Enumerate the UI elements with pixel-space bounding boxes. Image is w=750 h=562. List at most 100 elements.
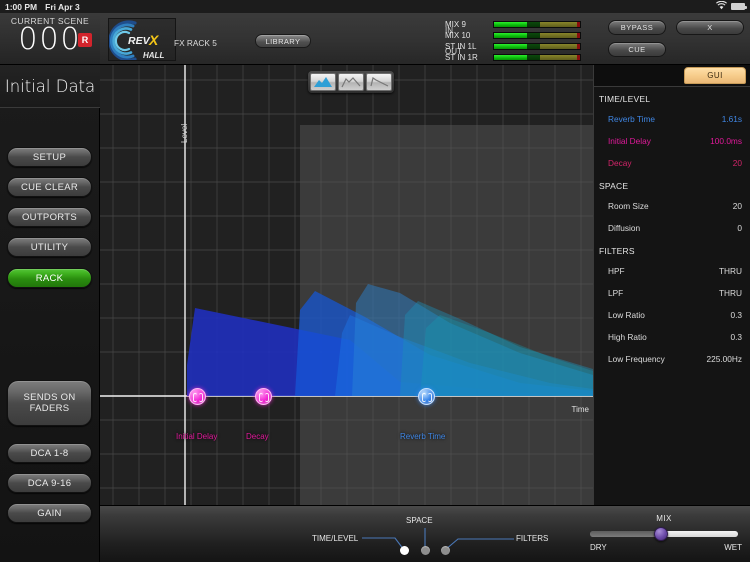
- status-date: Fri Apr 3: [45, 2, 80, 12]
- wifi-icon: [716, 1, 727, 12]
- param-value: 225.00Hz: [706, 354, 742, 364]
- graph-marker-label-reverb-time: Reverb Time: [400, 432, 445, 441]
- page-dot-filters[interactable]: [441, 546, 450, 555]
- mix-slider-group: MIX DRY WET: [584, 514, 744, 558]
- panel-section-title-time-level: TIME/LEVEL: [594, 87, 750, 108]
- graph-view-tab-line[interactable]: [338, 73, 364, 91]
- mix-slider-knob[interactable]: [654, 527, 668, 541]
- param-key: Diffusion: [608, 223, 640, 233]
- param-value: 20: [733, 158, 742, 168]
- param-row-hpf[interactable]: HPF THRU: [594, 260, 750, 282]
- param-row-initial-delay[interactable]: Initial Delay 100.0ms: [594, 130, 750, 152]
- mix-label: MIX: [656, 514, 671, 523]
- param-key: LPF: [608, 288, 623, 298]
- panel-section-title-space: SPACE: [594, 174, 750, 195]
- svg-text:REV: REV: [128, 35, 151, 47]
- graph-view-tabs[interactable]: [308, 71, 394, 93]
- param-key: Reverb Time: [608, 114, 655, 124]
- cue-button[interactable]: CUE: [608, 42, 666, 57]
- param-row-lpf[interactable]: LPF THRU: [594, 282, 750, 304]
- param-row-decay[interactable]: Decay 20: [594, 152, 750, 174]
- param-value: THRU: [719, 266, 742, 276]
- param-value: 20: [733, 201, 742, 211]
- left-sidebar: CURRENT SCENE 000 R Initial Data SETUP C…: [0, 13, 100, 562]
- param-row-diffusion[interactable]: Diffusion 0: [594, 217, 750, 239]
- meter-name: ST IN 1R: [445, 53, 478, 62]
- param-value: 1.61s: [722, 114, 742, 124]
- graph-handle-initial-delay[interactable]: [189, 388, 206, 405]
- graph-marker-label-decay: Decay: [246, 432, 269, 441]
- param-value: 0: [737, 223, 742, 233]
- graph-x-axis-label: Time: [572, 405, 589, 414]
- param-key: Initial Delay: [608, 136, 651, 146]
- graph-view-tab-filled-area[interactable]: [310, 73, 336, 91]
- graph-marker-label-initial-delay: Initial Delay: [176, 432, 217, 441]
- scene-recall-badge: R: [78, 33, 92, 47]
- fx-header-bar: REV X HALL FX RACK 5 REV-X Hall No Prese…: [100, 13, 750, 65]
- library-button[interactable]: LIBRARY: [255, 34, 311, 48]
- svg-text:HALL: HALL: [143, 51, 164, 60]
- page-label-time-level[interactable]: TIME/LEVEL: [312, 534, 358, 543]
- reverb-graph[interactable]: Level Time Initial Delay Decay Reverb Ti…: [100, 65, 593, 505]
- revx-logo: REV X HALL: [108, 18, 176, 61]
- bypass-button[interactable]: BYPASS: [608, 20, 666, 35]
- param-key: HPF: [608, 266, 625, 276]
- graph-canvas: [100, 65, 593, 505]
- graph-handle-decay[interactable]: [255, 388, 272, 405]
- meter-name: MIX 10: [445, 31, 470, 40]
- sidebar-item-cue-clear[interactable]: CUE CLEAR: [7, 177, 92, 197]
- sidebar-item-dca-9-16[interactable]: DCA 9-16: [7, 473, 92, 493]
- status-time: 1:00 PM: [5, 2, 37, 12]
- sidebar-item-utility[interactable]: UTILITY: [7, 237, 92, 257]
- meter-name: ST IN 1L: [445, 42, 476, 51]
- param-row-low-frequency[interactable]: Low Frequency 225.00Hz: [594, 348, 750, 370]
- sidebar-item-rack[interactable]: RACK: [7, 268, 92, 288]
- param-row-room-size[interactable]: Room Size 20: [594, 195, 750, 217]
- io-meters: IN OUT MIX 9 MIX 10 ST IN 1L ST IN 1R: [445, 18, 615, 60]
- sidebar-item-gain[interactable]: GAIN: [7, 503, 92, 523]
- level-meter: [493, 21, 581, 28]
- param-key: High Ratio: [608, 332, 647, 342]
- page-dot-time-level[interactable]: [400, 546, 409, 555]
- scene-name-title: Initial Data: [0, 65, 100, 108]
- sidebar-item-dca-1-8[interactable]: DCA 1-8: [7, 443, 92, 463]
- mix-slider-fill-wet: [661, 531, 738, 537]
- current-scene-box[interactable]: CURRENT SCENE 000 R: [0, 13, 100, 65]
- param-key: Low Ratio: [608, 310, 645, 320]
- footer-bar: TIME/LEVEL SPACE FILTERS MIX DRY WET: [100, 505, 750, 562]
- mix-slider-fill-dry: [590, 531, 661, 537]
- page-label-space[interactable]: SPACE: [406, 516, 433, 525]
- level-meter: [493, 54, 581, 61]
- sidebar-item-setup[interactable]: SETUP: [7, 147, 92, 167]
- param-row-low-ratio[interactable]: Low Ratio 0.3: [594, 304, 750, 326]
- tab-gui[interactable]: GUI: [684, 67, 746, 84]
- mix-wet-label: WET: [724, 543, 742, 552]
- level-meter: [493, 43, 581, 50]
- x-button[interactable]: X: [676, 20, 744, 35]
- mix-dry-label: DRY: [590, 543, 607, 552]
- page-dot-space[interactable]: [421, 546, 430, 555]
- ios-status-bar: 1:00 PM Fri Apr 3: [0, 0, 750, 13]
- param-value: 0.3: [730, 310, 742, 320]
- fx-rack-number: FX RACK 5: [174, 38, 217, 49]
- param-value: 100.0ms: [710, 136, 742, 146]
- sidebar-item-outports[interactable]: OUTPORTS: [7, 207, 92, 227]
- param-key: Low Frequency: [608, 354, 665, 364]
- param-key: Decay: [608, 158, 632, 168]
- param-key: Room Size: [608, 201, 649, 211]
- parameter-panel: GUI TIME/LEVEL Reverb Time 1.61s Initial…: [593, 65, 750, 505]
- graph-y-axis-label: Level: [180, 124, 189, 143]
- level-meter: [493, 32, 581, 39]
- param-row-high-ratio[interactable]: High Ratio 0.3: [594, 326, 750, 348]
- page-label-filters[interactable]: FILTERS: [516, 534, 548, 543]
- param-row-reverb-time[interactable]: Reverb Time 1.61s: [594, 108, 750, 130]
- sidebar-item-sends-on-faders[interactable]: SENDS ON FADERS: [7, 380, 92, 426]
- revx-plugin-window: 1:00 PM Fri Apr 3 CURRENT SCENE 000 R In…: [0, 0, 750, 562]
- graph-handle-reverb-time[interactable]: [418, 388, 435, 405]
- panel-tab-row: GUI: [594, 65, 750, 87]
- param-value: THRU: [719, 288, 742, 298]
- battery-icon: [731, 3, 745, 10]
- page-selector: TIME/LEVEL SPACE FILTERS: [280, 506, 580, 562]
- graph-view-tab-decay[interactable]: [366, 73, 392, 91]
- meter-name: MIX 9: [445, 20, 466, 29]
